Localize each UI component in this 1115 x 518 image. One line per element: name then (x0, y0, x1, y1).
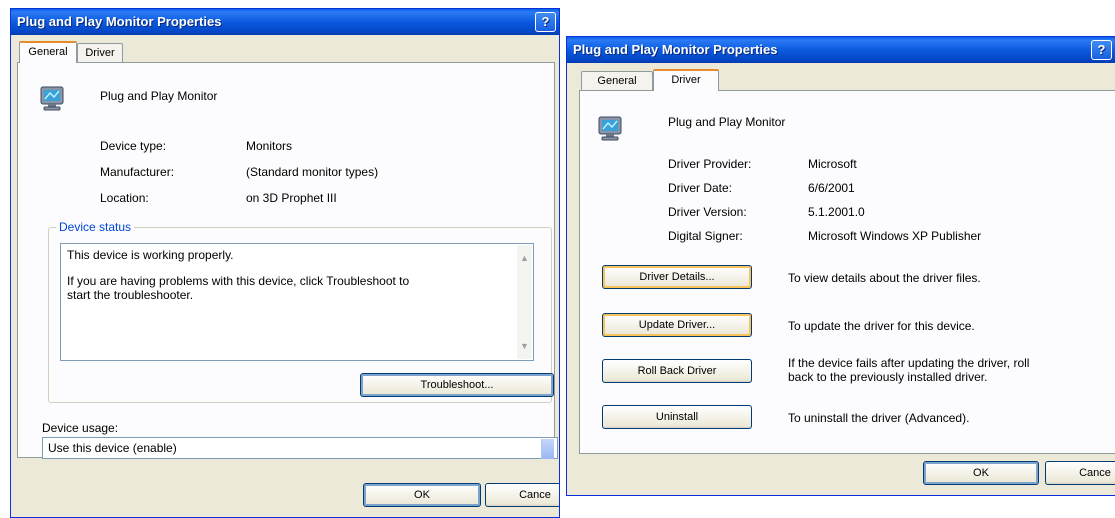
general-tab-panel: Plug and Play Monitor Device type: Monit… (17, 62, 558, 459)
device-type-label: Device type: (100, 139, 167, 153)
status-line: This device is working properly. (67, 248, 234, 262)
manufacturer-value: (Standard monitor types) (246, 165, 379, 179)
tab-general[interactable]: General (581, 71, 653, 91)
roll-back-description: If the device fails after updating the d… (788, 356, 1030, 370)
tab-label: Driver (85, 47, 115, 59)
tab-general[interactable]: General (19, 41, 77, 63)
scroll-down-icon[interactable]: ▼ (518, 339, 531, 353)
device-usage-select[interactable]: Use this device (enable) (42, 437, 558, 459)
troubleshoot-button[interactable]: Troubleshoot... (360, 373, 554, 397)
device-status-text: This device is working properly. If you … (60, 243, 534, 361)
cancel-button[interactable]: Cance (485, 483, 559, 507)
title-bar[interactable]: Plug and Play Monitor Properties ? (11, 9, 559, 35)
driver-details-description: To view details about the driver files. (788, 271, 981, 285)
uninstall-description: To uninstall the driver (Advanced). (788, 411, 970, 425)
tab-driver[interactable]: Driver (77, 43, 123, 63)
driver-date-label: Driver Date: (668, 181, 733, 195)
status-line: start the troubleshooter. (67, 288, 194, 302)
tab-label: General (597, 75, 637, 87)
roll-back-driver-button[interactable]: Roll Back Driver (602, 359, 752, 383)
location-label: Location: (100, 191, 149, 205)
driver-properties-dialog: Plug and Play Monitor Properties ? Gener… (566, 36, 1115, 496)
tab-driver[interactable]: Driver (653, 69, 719, 91)
monitor-icon (598, 116, 622, 141)
device-status-title: Device status (56, 220, 135, 234)
ok-button[interactable]: OK (923, 461, 1039, 485)
device-name: Plug and Play Monitor (668, 115, 786, 129)
chevron-down-icon[interactable] (541, 439, 554, 459)
roll-back-description-2: back to the previously installed driver. (788, 370, 988, 384)
uninstall-button[interactable]: Uninstall (602, 405, 752, 429)
manufacturer-label: Manufacturer: (100, 165, 175, 179)
title-bar[interactable]: Plug and Play Monitor Properties ? (567, 37, 1115, 63)
tab-label: General (28, 46, 68, 58)
driver-details-button[interactable]: Driver Details... (602, 265, 752, 289)
device-usage-label: Device usage: (42, 421, 119, 435)
tab-label: Driver (671, 74, 701, 86)
digital-signer-label: Digital Signer: (668, 229, 743, 243)
general-properties-dialog: Plug and Play Monitor Properties ? Gener… (10, 8, 560, 518)
device-name: Plug and Play Monitor (100, 89, 218, 103)
digital-signer-value: Microsoft Windows XP Publisher (808, 229, 982, 243)
help-button[interactable]: ? (535, 12, 556, 32)
driver-provider-label: Driver Provider: (668, 157, 752, 171)
window-title: Plug and Play Monitor Properties (573, 42, 778, 57)
window-title: Plug and Play Monitor Properties (17, 14, 222, 29)
location-value: on 3D Prophet III (246, 191, 337, 205)
driver-provider-value: Microsoft (808, 157, 857, 171)
cancel-button[interactable]: Cance (1045, 461, 1115, 485)
update-driver-button[interactable]: Update Driver... (602, 313, 752, 337)
update-driver-description: To update the driver for this device. (788, 319, 975, 333)
status-line: If you are having problems with this dev… (67, 274, 410, 288)
device-usage-value: Use this device (enable) (48, 441, 177, 455)
driver-version-value: 5.1.2001.0 (808, 205, 865, 219)
scroll-up-icon[interactable]: ▲ (518, 251, 531, 265)
help-button[interactable]: ? (1091, 40, 1112, 60)
status-scrollbar[interactable]: ▲ ▼ (517, 245, 532, 359)
driver-tab-panel: Plug and Play Monitor Driver Provider: M… (579, 90, 1115, 454)
monitor-icon (40, 86, 64, 111)
driver-date-value: 6/6/2001 (808, 181, 855, 195)
device-type-value: Monitors (246, 139, 293, 153)
driver-version-label: Driver Version: (668, 205, 747, 219)
ok-button[interactable]: OK (363, 483, 481, 507)
